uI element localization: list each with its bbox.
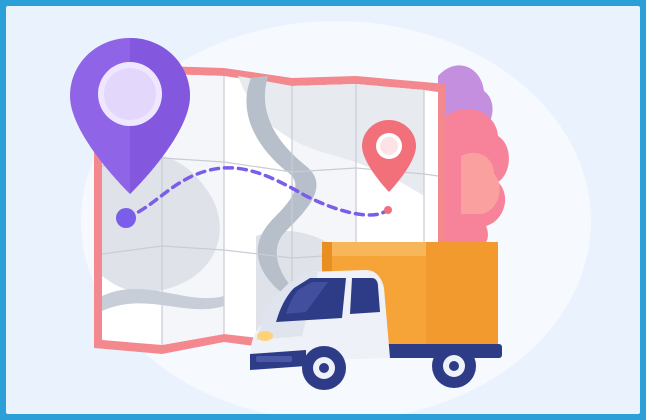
illustration-panel: [6, 6, 640, 414]
delivery-illustration: [70, 21, 591, 414]
route-end-dot: [384, 206, 392, 214]
route-start-dot: [116, 208, 136, 228]
image-frame: [0, 0, 646, 420]
